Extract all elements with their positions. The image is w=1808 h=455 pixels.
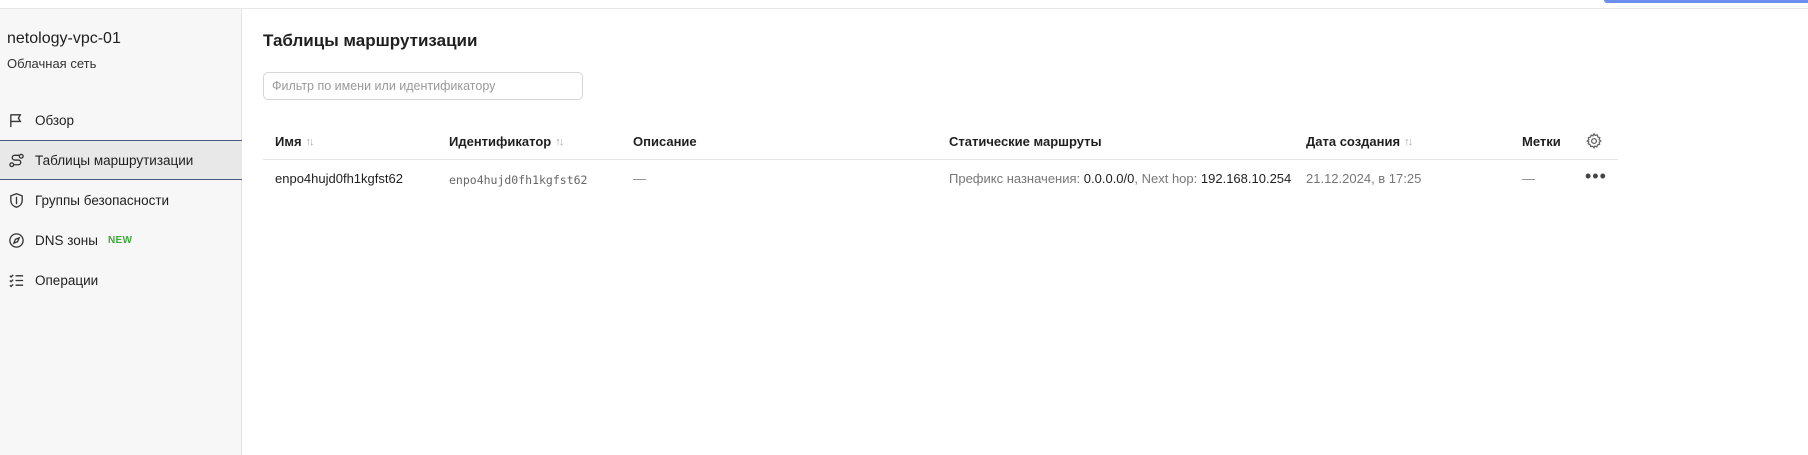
checklist-icon xyxy=(7,271,25,289)
sidebar-item-dns-zones[interactable]: DNS зоны NEW xyxy=(0,220,242,260)
page-title: Таблицы маршрутизации xyxy=(263,31,478,50)
top-accent-button[interactable] xyxy=(1604,0,1808,3)
sidebar-item-label: Группы безопасности xyxy=(35,192,170,208)
column-description-header: Описание xyxy=(633,134,697,149)
route-tables-table: Имя ↑↓ Идентификатор ↑↓ Описание Статиче… xyxy=(263,124,1618,200)
top-bar xyxy=(0,0,1808,9)
sort-icon[interactable]: ↑↓ xyxy=(555,136,564,148)
column-name-header[interactable]: Имя ↑↓ xyxy=(275,134,315,149)
gear-icon[interactable] xyxy=(1585,132,1603,150)
main-content: Таблицы маршрутизации Имя ↑↓ Идентификат… xyxy=(243,9,1808,455)
flag-icon xyxy=(7,111,25,129)
sidebar-item-security-groups[interactable]: Группы безопасности xyxy=(0,180,242,220)
filter-input[interactable] xyxy=(263,72,583,100)
sort-icon[interactable]: ↑↓ xyxy=(1404,136,1413,148)
sidebar-item-route-tables[interactable]: Таблицы маршрутизации xyxy=(0,140,242,180)
shield-icon xyxy=(7,191,25,209)
row-created-date: 21.12.2024, в 17:25 xyxy=(1306,171,1422,186)
more-actions-icon[interactable]: ••• xyxy=(1585,167,1607,185)
column-id-header[interactable]: Идентификатор ↑↓ xyxy=(449,134,564,149)
network-name: netology-vpc-01 xyxy=(7,30,121,47)
sidebar: netology-vpc-01 Облачная сеть Обзор Табл… xyxy=(0,9,242,455)
sidebar-item-label: Таблицы маршрутизации xyxy=(35,152,194,168)
table-header: Имя ↑↓ Идентификатор ↑↓ Описание Статиче… xyxy=(263,124,1618,160)
route-icon xyxy=(7,151,25,169)
sidebar-nav: Обзор Таблицы маршрутизации Группы безоп… xyxy=(0,100,242,300)
network-type: Облачная сеть xyxy=(7,56,97,71)
sidebar-item-label: Обзор xyxy=(35,112,74,128)
sidebar-item-overview[interactable]: Обзор xyxy=(0,100,242,140)
route-prefix-label: Префикс назначения: xyxy=(949,171,1081,186)
sidebar-item-label: Операции xyxy=(35,272,99,288)
row-description: — xyxy=(633,171,646,186)
row-id[interactable]: enpo4hujd0fh1kgfst62 xyxy=(449,173,587,187)
compass-icon xyxy=(7,231,25,249)
route-nexthop-label: , Next hop: xyxy=(1134,171,1198,186)
sidebar-item-operations[interactable]: Операции xyxy=(0,260,242,300)
row-name[interactable]: enpo4hujd0fh1kgfst62 xyxy=(275,171,403,186)
row-labels: — xyxy=(1522,171,1535,186)
column-created-header[interactable]: Дата создания ↑↓ xyxy=(1306,134,1413,149)
table-row[interactable]: enpo4hujd0fh1kgfst62 enpo4hujd0fh1kgfst6… xyxy=(263,160,1618,200)
route-prefix-value: 0.0.0.0/0 xyxy=(1083,171,1135,186)
new-badge: NEW xyxy=(107,234,133,246)
column-routes-header: Статические маршруты xyxy=(949,134,1102,149)
row-static-routes: Префикс назначения: 0.0.0.0/0, Next hop:… xyxy=(949,171,1291,186)
column-labels-header: Метки xyxy=(1522,134,1561,149)
sidebar-item-label: DNS зоны xyxy=(35,232,98,248)
route-nexthop-value: 192.168.10.254 xyxy=(1200,171,1292,186)
sort-icon[interactable]: ↑↓ xyxy=(306,136,315,148)
